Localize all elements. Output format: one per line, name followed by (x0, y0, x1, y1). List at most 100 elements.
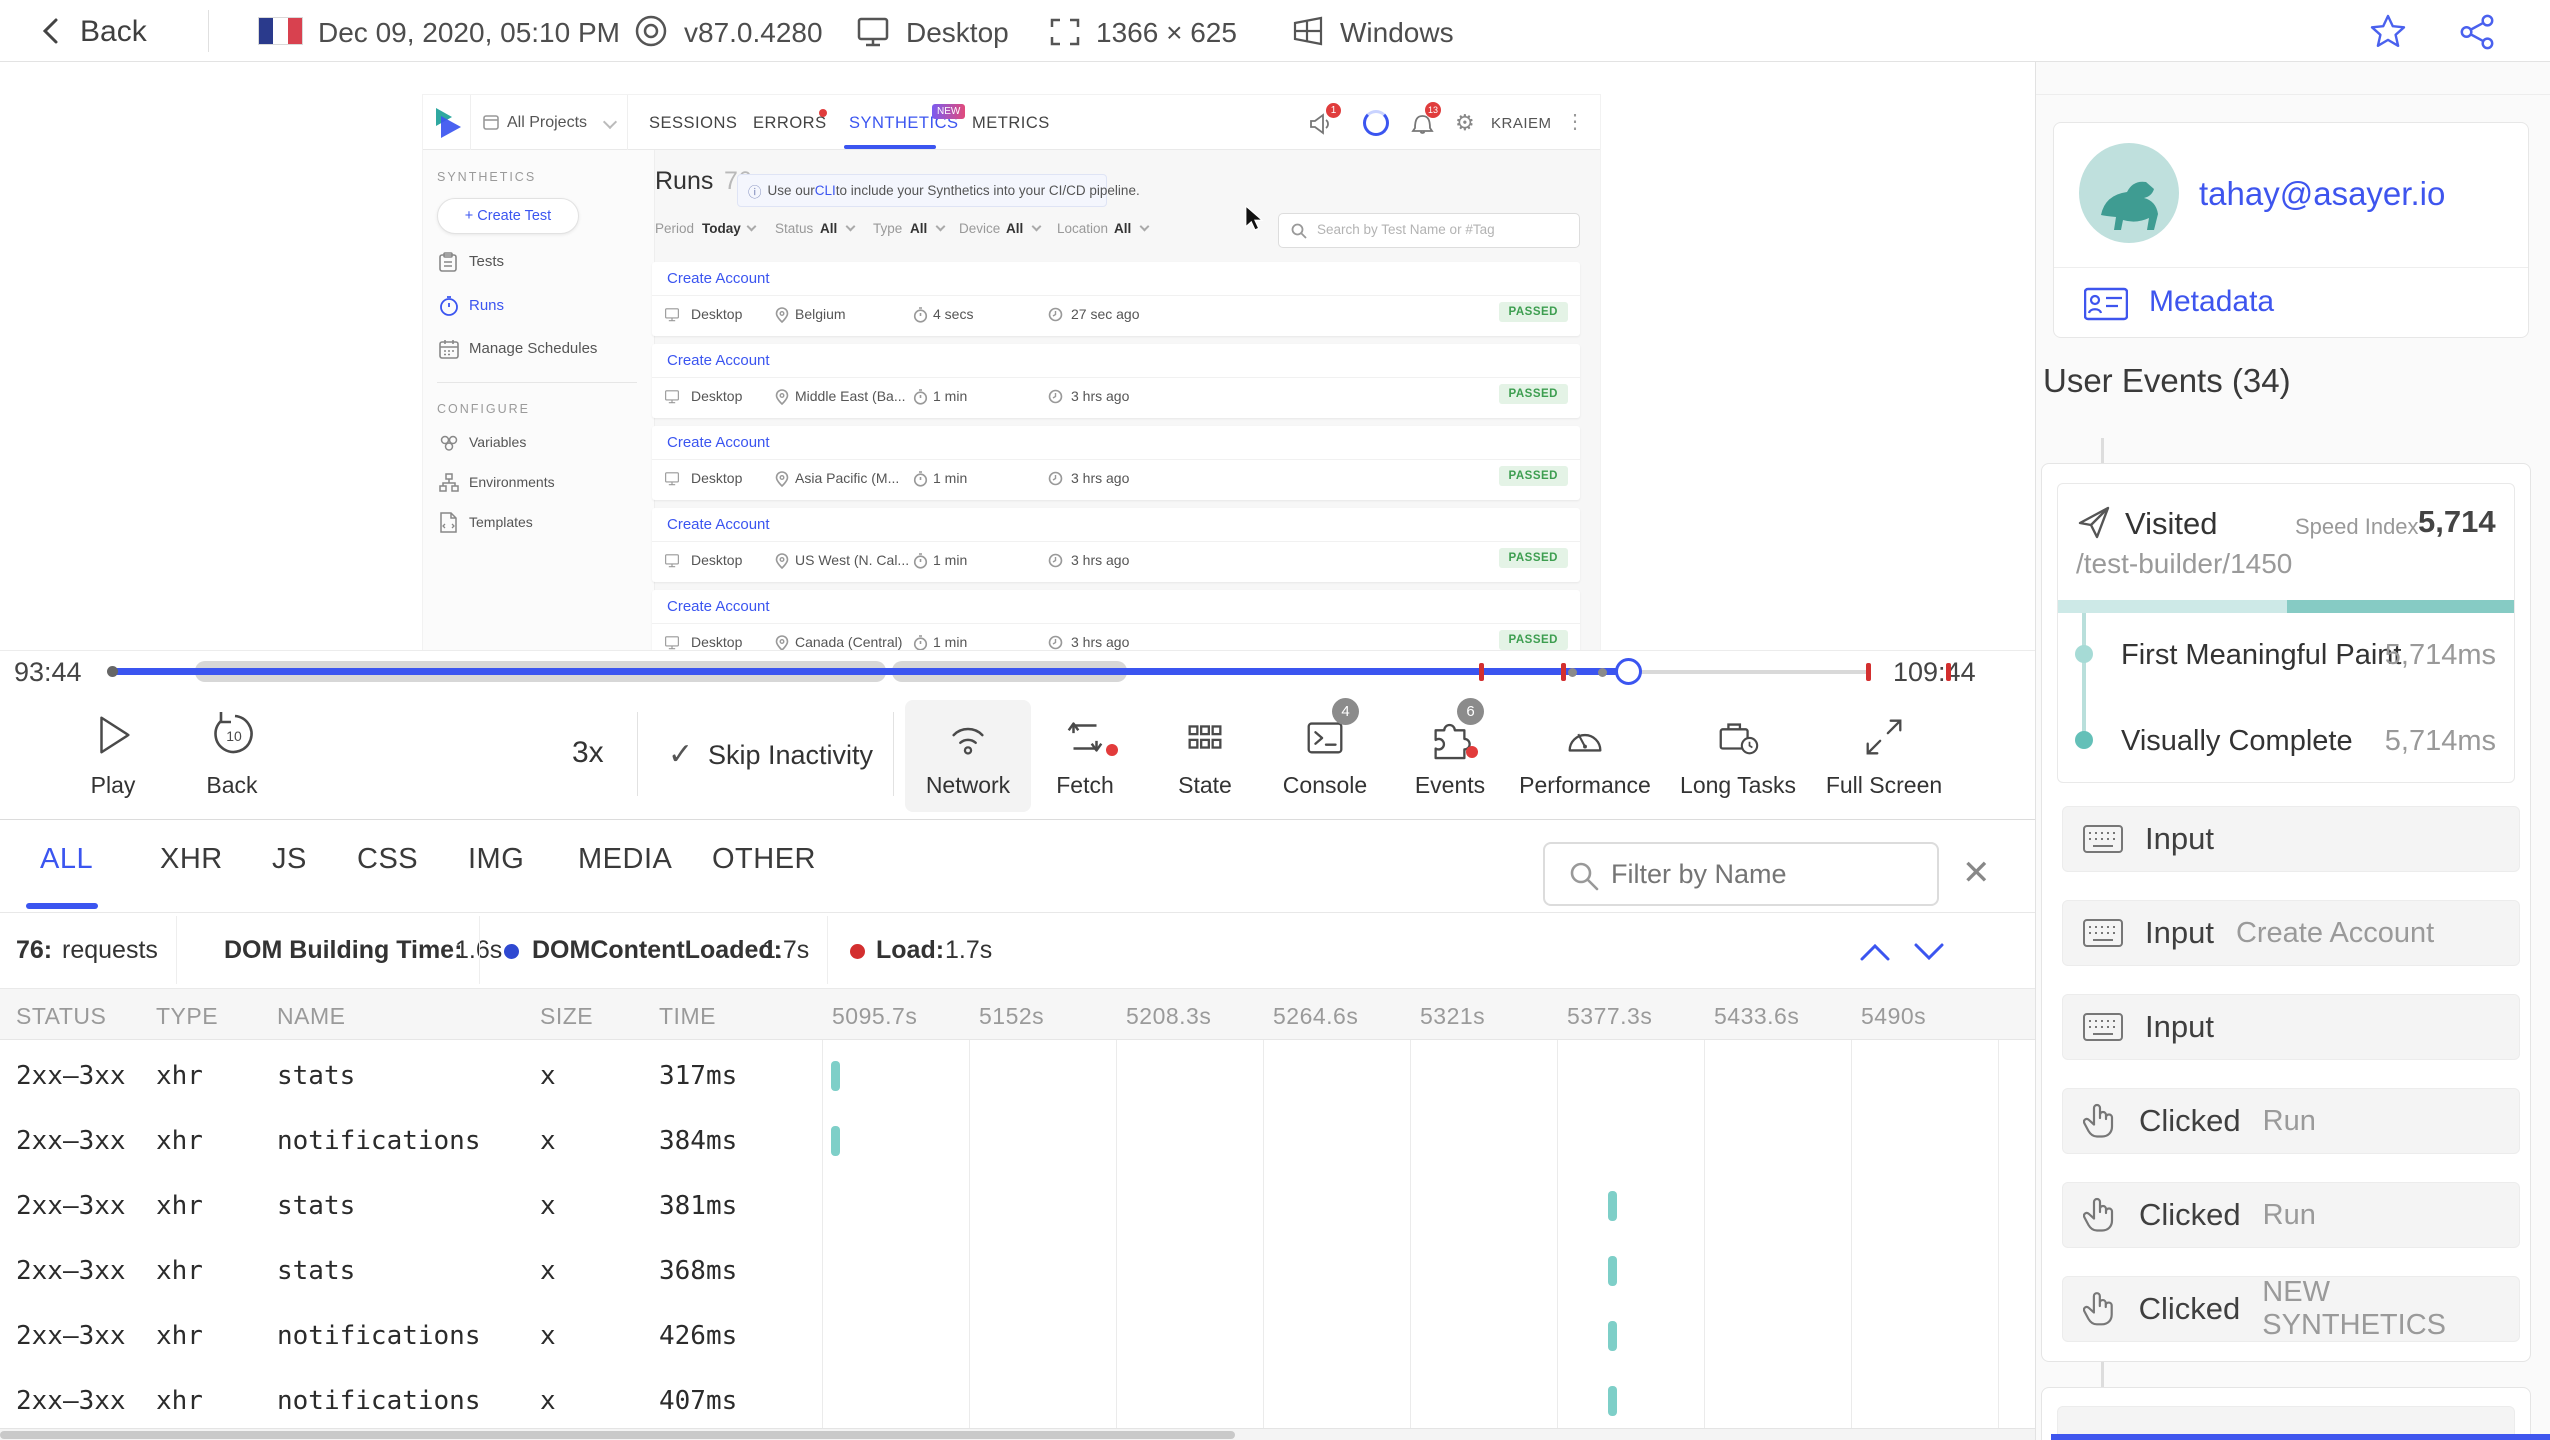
run-name: Create Account (667, 270, 770, 287)
run-search-placeholder: Search by Test Name or #Tag (1317, 222, 1495, 237)
sidebar-scroll-indicator[interactable] (2051, 1434, 2550, 1440)
time-tick: 5152s (979, 1003, 1045, 1029)
timeline-progress[interactable] (112, 668, 1629, 675)
run-ago: 3 hrs ago (1071, 470, 1130, 486)
fetch-icon[interactable] (1062, 714, 1108, 760)
play-button[interactable]: Play (78, 772, 148, 799)
stopwatch-icon (913, 635, 928, 650)
error-marker[interactable] (1561, 663, 1566, 681)
loading-spinner-icon (1363, 110, 1389, 136)
event-item-clicked[interactable]: Clicked Run (2062, 1088, 2520, 1154)
event-target: NEW SYNTHETICS (2262, 1276, 2446, 1341)
sidebar-item-environments: Environments (469, 474, 555, 490)
run-name: Create Account (667, 516, 770, 533)
run-location: Belgium (795, 306, 846, 322)
desktop-icon (665, 390, 679, 404)
event-item-input[interactable]: Input (2062, 994, 2520, 1060)
row-status: 2xx–3xx (16, 1126, 126, 1156)
back-10-button[interactable]: Back (200, 772, 264, 799)
tab-all[interactable]: ALL (40, 843, 93, 876)
network-panel: ALL XHR JS CSS IMG MEDIA OTHER ✕ 76: req… (0, 820, 2035, 1440)
row-status: 2xx–3xx (16, 1256, 126, 1286)
events-button[interactable]: Events (1405, 772, 1495, 799)
share-icon[interactable] (2458, 13, 2496, 51)
events-container: Visited Speed Index 5,714 /test-builder/… (2041, 463, 2531, 1362)
long-tasks-button[interactable]: Long Tasks (1672, 772, 1804, 799)
error-marker[interactable] (1479, 663, 1484, 681)
horizontal-scrollbar-thumb[interactable] (0, 1431, 1235, 1439)
performance-gauge-icon[interactable] (1562, 714, 1608, 760)
run-card: Create Account Desktop US West (N. Cal..… (652, 508, 1580, 582)
error-marker[interactable] (1866, 663, 1871, 681)
fmp-dot (2075, 645, 2093, 663)
tab-xhr[interactable]: XHR (160, 843, 223, 876)
svg-text:10: 10 (226, 728, 242, 744)
windows-os-icon (1293, 16, 1323, 46)
skip-inactivity-check-icon[interactable]: ✓ (668, 737, 693, 772)
visually-complete-value: 5,714ms (2384, 725, 2496, 757)
filter-input-box[interactable] (1543, 842, 1939, 906)
stopwatch-icon (913, 307, 928, 323)
jump-down-icon[interactable] (1912, 940, 1946, 964)
event-item-input[interactable]: Input Create Account (2062, 900, 2520, 966)
event-item-input[interactable]: Input (2062, 806, 2520, 872)
run-card: Create Account Desktop Asia Pacific (M..… (652, 426, 1580, 500)
jump-up-icon[interactable] (1858, 940, 1892, 964)
event-item-clicked[interactable]: Clicked Run (2062, 1182, 2520, 1248)
run-location: Asia Pacific (M... (795, 470, 900, 486)
favorite-star-icon[interactable] (2368, 12, 2408, 52)
sidebar-item-templates: Templates (469, 514, 533, 530)
play-icon[interactable] (90, 712, 136, 758)
filter-device-label: Device (959, 221, 1001, 236)
skip-inactivity-toggle[interactable]: Skip Inactivity (708, 740, 873, 771)
tab-media[interactable]: MEDIA (578, 843, 672, 876)
total-time: 109:44 (1893, 657, 1976, 687)
france-flag-icon (258, 17, 303, 45)
run-search-box: Search by Test Name or #Tag (1278, 213, 1580, 248)
tab-other[interactable]: OTHER (712, 843, 816, 876)
filter-by-name-input[interactable] (1611, 854, 1921, 894)
timeline-handle[interactable] (1615, 658, 1642, 685)
clock-icon (1048, 471, 1063, 486)
row-size: x (540, 1256, 556, 1286)
long-tasks-briefcase-icon[interactable] (1715, 714, 1761, 760)
templates-file-icon (440, 512, 457, 533)
row-time: 317ms (659, 1061, 738, 1091)
back-chevron-icon[interactable] (38, 17, 66, 45)
tab-img[interactable]: IMG (468, 843, 524, 876)
console-button[interactable]: Console (1275, 772, 1375, 799)
row-size: x (540, 1191, 556, 1221)
state-button[interactable]: State (1160, 772, 1250, 799)
state-grid-icon[interactable] (1182, 714, 1228, 760)
horizontal-scrollbar-track[interactable] (0, 1428, 2035, 1440)
visited-url: /test-builder/1450 (2076, 548, 2293, 579)
tab-css[interactable]: CSS (357, 843, 418, 876)
back-10-icon[interactable]: 10 (208, 710, 256, 758)
close-panel-icon[interactable]: ✕ (1962, 853, 1991, 893)
full-screen-button[interactable]: Full Screen (1818, 772, 1950, 799)
run-card: Create Account Desktop Middle East (Ba..… (652, 344, 1580, 418)
metadata-button[interactable]: Metadata (2149, 285, 2274, 319)
player-controls: Play 10 Back 3x ✓ Skip Inactivity Networ… (0, 692, 2035, 820)
row-type: xhr (156, 1321, 203, 1351)
run-device: Desktop (691, 552, 743, 568)
clock-icon (1048, 553, 1063, 568)
back-button[interactable]: Back (80, 15, 147, 49)
tab-js[interactable]: JS (272, 843, 307, 876)
run-device: Desktop (691, 470, 743, 486)
errors-red-dot (819, 109, 827, 117)
network-wifi-icon[interactable] (945, 714, 991, 760)
load-label: Load: (876, 936, 945, 964)
network-button-label[interactable]: Network (905, 772, 1031, 799)
performance-button[interactable]: Performance (1518, 772, 1652, 799)
event-item-clicked[interactable]: Clicked NEW SYNTHETICS (2062, 1276, 2520, 1342)
filter-device-chevron-icon (1031, 221, 1042, 232)
clock-icon (1048, 307, 1063, 322)
row-name: stats (277, 1256, 356, 1286)
fetch-button[interactable]: Fetch (1040, 772, 1130, 799)
click-hand-icon (2083, 1197, 2114, 1232)
full-screen-icon[interactable] (1861, 714, 1907, 760)
speed-button[interactable]: 3x (572, 736, 604, 770)
desktop-icon (665, 472, 679, 486)
visited-event-card[interactable]: Visited Speed Index 5,714 /test-builder/… (2057, 483, 2515, 783)
